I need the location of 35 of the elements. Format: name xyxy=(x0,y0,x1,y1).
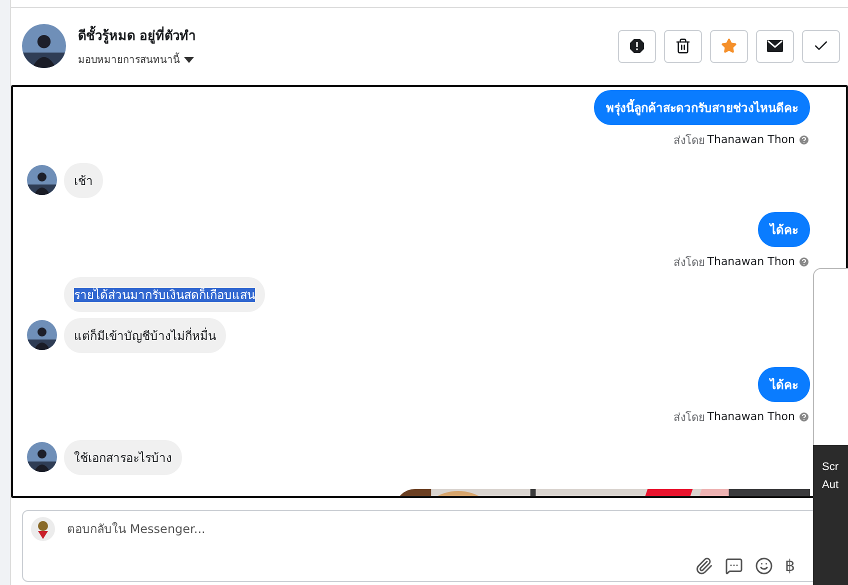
sent-by-label: ส่งโดย xyxy=(673,254,704,271)
emoji-icon[interactable] xyxy=(754,556,773,574)
chat-bubble-icon[interactable] xyxy=(724,556,743,574)
received-message: เช้า xyxy=(64,162,103,198)
sender-name: Thanawan Thon xyxy=(707,133,795,146)
caret-icon[interactable] xyxy=(184,56,194,63)
sender-name: Thanawan Thon xyxy=(707,255,795,268)
alert-icon xyxy=(629,38,645,54)
notification-text: Aut xyxy=(822,478,840,493)
help-icon[interactable] xyxy=(798,410,810,423)
sent-message: ได้คะ xyxy=(758,366,810,402)
user-avatar-icon xyxy=(31,517,55,542)
avatar-icon xyxy=(22,24,66,68)
mail-icon xyxy=(767,40,783,52)
contact-name: ดีชั้วรู้หมด อยู่ที่ตัวทำ xyxy=(78,25,606,46)
sender-name: Thanawan Thon xyxy=(707,410,795,424)
sent-by-label: ส่งโดย xyxy=(673,410,704,426)
sent-by-label: ส่งโดย xyxy=(673,132,704,149)
payment-button[interactable]: ฿ xyxy=(784,556,795,575)
received-message: รายได้ส่วนมากรับเงินสดก็เกือบแสน xyxy=(64,276,265,312)
delete-button[interactable] xyxy=(664,30,702,63)
attach-icon[interactable] xyxy=(694,556,713,574)
star-icon xyxy=(721,38,737,54)
star-button[interactable] xyxy=(710,30,748,63)
help-icon[interactable] xyxy=(798,134,810,146)
mail-button[interactable] xyxy=(756,30,794,63)
report-button[interactable] xyxy=(618,30,656,63)
sent-message: ได้คะ xyxy=(758,212,810,247)
trash-icon xyxy=(675,38,691,54)
sent-message: พรุ่งนี้ลูกค้าสะดวกรับสายช่วงไหนดีคะ xyxy=(594,90,810,125)
assign-link[interactable]: มอบหมายการสนทนานี้ xyxy=(78,52,180,68)
received-message: แต่ก็มีเข้าบัญชีบ้างไม่กี่หมื่น xyxy=(64,318,226,353)
notification-text: Scr xyxy=(822,460,840,475)
help-icon[interactable] xyxy=(798,256,810,268)
received-message: ใช้เอกสารอะไรบ้าง xyxy=(64,440,182,475)
